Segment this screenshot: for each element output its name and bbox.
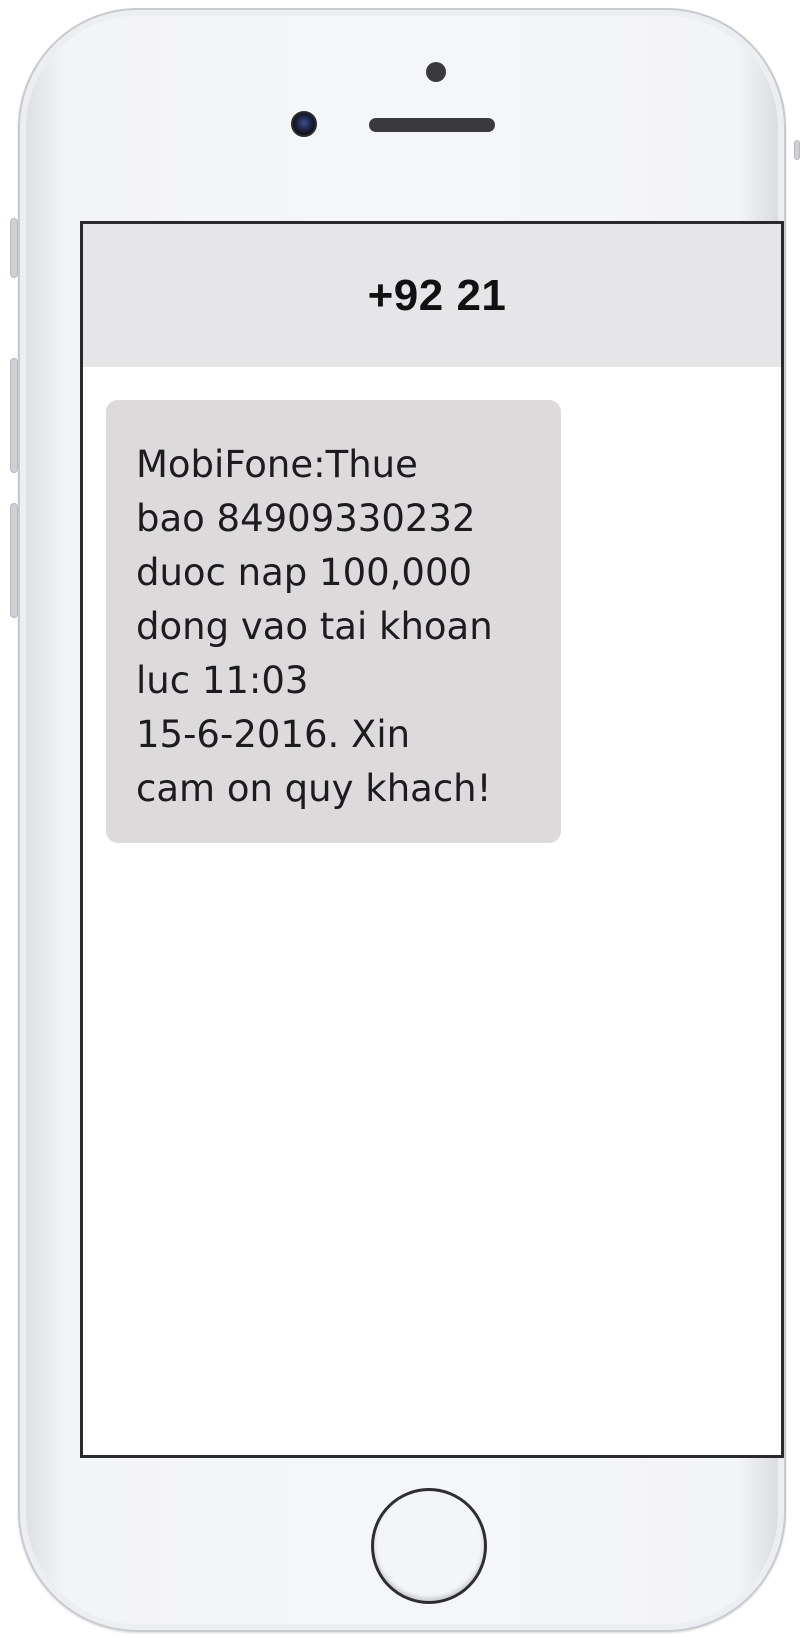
front-camera-icon (291, 111, 317, 137)
conversation-header: +92 21 (83, 224, 781, 367)
volume-up-button (10, 358, 18, 473)
messages-screen: +92 21 MobiFone:Thue bao 84909330232 duo… (80, 221, 784, 1458)
volume-down-button (10, 503, 18, 618)
mute-switch (10, 218, 18, 278)
message-text: MobiFone:Thue bao 84909330232 duoc nap 1… (136, 443, 493, 810)
home-button[interactable] (371, 1488, 487, 1604)
contact-number[interactable]: +92 21 (368, 271, 507, 321)
power-button (794, 140, 800, 160)
incoming-message-bubble[interactable]: MobiFone:Thue bao 84909330232 duoc nap 1… (106, 400, 561, 843)
speaker-icon (369, 118, 495, 132)
sensor-icon (426, 62, 446, 82)
phone-frame: +92 21 MobiFone:Thue bao 84909330232 duo… (18, 8, 786, 1632)
